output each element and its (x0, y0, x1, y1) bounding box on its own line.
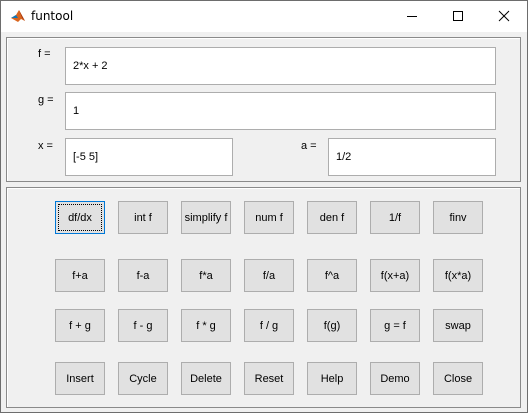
f-shift-a-button[interactable]: f(x+a) (370, 259, 420, 292)
g-input[interactable]: 1 (65, 92, 496, 130)
denominator-button[interactable]: den f (307, 201, 357, 234)
close-tool-button[interactable]: Close (433, 362, 483, 395)
compose-button[interactable]: f(g) (307, 309, 357, 342)
f-input[interactable]: 2*x + 2 (65, 47, 496, 85)
f-times-a-button[interactable]: f*a (181, 259, 231, 292)
f-times-g-button[interactable]: f * g (181, 309, 231, 342)
f-minus-a-button[interactable]: f-a (118, 259, 168, 292)
numerator-button[interactable]: num f (244, 201, 294, 234)
insert-button[interactable]: Insert (55, 362, 105, 395)
minimize-button[interactable] (389, 1, 435, 32)
x-label: x = (38, 140, 53, 152)
window-title: funtool (31, 9, 74, 23)
maximize-icon (453, 11, 463, 21)
matlab-icon (10, 8, 26, 24)
a-label: a = (301, 140, 317, 152)
integral-button[interactable]: int f (118, 201, 168, 234)
x-input[interactable]: [-5 5] (65, 138, 233, 176)
f-power-a-button[interactable]: f^a (307, 259, 357, 292)
title-bar[interactable]: funtool (1, 1, 527, 32)
f-minus-g-button[interactable]: f - g (118, 309, 168, 342)
delete-button[interactable]: Delete (181, 362, 231, 395)
assign-g-button[interactable]: g = f (370, 309, 420, 342)
f-label: f = (38, 48, 51, 60)
reciprocal-button[interactable]: 1/f (370, 201, 420, 234)
derivative-button[interactable]: df/dx (55, 201, 105, 234)
f-plus-a-button[interactable]: f+a (55, 259, 105, 292)
f-divide-a-button[interactable]: f/a (244, 259, 294, 292)
swap-button[interactable]: swap (433, 309, 483, 342)
g-label: g = (38, 94, 54, 106)
f-plus-g-button[interactable]: f + g (55, 309, 105, 342)
reset-button[interactable]: Reset (244, 362, 294, 395)
minimize-icon (407, 16, 417, 17)
simplify-button[interactable]: simplify f (181, 201, 231, 234)
a-input[interactable]: 1/2 (328, 138, 496, 176)
close-icon (498, 10, 510, 22)
funtool-window: funtool f = 2*x + 2 g = 1 x = [-5 5] a =… (0, 0, 528, 413)
cycle-button[interactable]: Cycle (118, 362, 168, 395)
close-button[interactable] (481, 1, 527, 32)
f-divide-g-button[interactable]: f / g (244, 309, 294, 342)
inverse-button[interactable]: finv (433, 201, 483, 234)
help-button[interactable]: Help (307, 362, 357, 395)
maximize-button[interactable] (435, 1, 481, 32)
f-scale-a-button[interactable]: f(x*a) (433, 259, 483, 292)
demo-button[interactable]: Demo (370, 362, 420, 395)
